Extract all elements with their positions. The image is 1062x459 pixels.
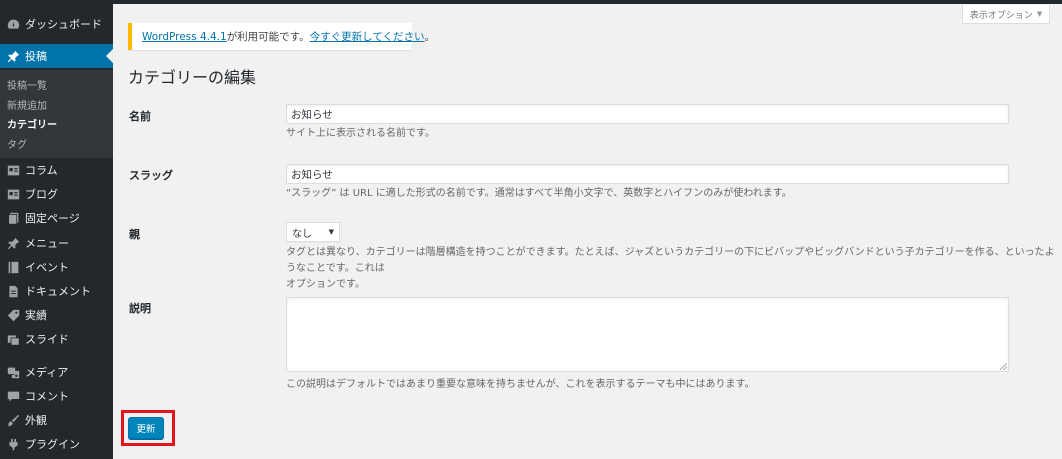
sidebar-item-blog[interactable]: ブログ <box>0 182 113 206</box>
sidebar-item-menu[interactable]: メニュー <box>0 231 113 255</box>
post-type-icon <box>6 163 20 177</box>
sidebar-item-label: スライド <box>25 333 69 346</box>
sidebar-item-pages[interactable]: 固定ページ <box>0 206 113 230</box>
parent-label: 親 <box>129 228 140 241</box>
sidebar-item-label: メディア <box>25 366 69 379</box>
page-title: カテゴリーの編集 <box>128 68 257 87</box>
update-button[interactable]: 更新 <box>128 417 164 439</box>
sidebar-item-label: ダッシュボード <box>25 18 102 31</box>
name-description: サイト上に表示される名前です。 <box>286 128 435 139</box>
resize-handle-icon[interactable] <box>1000 363 1007 370</box>
brush-icon <box>6 413 20 427</box>
sidebar-item-media[interactable]: メディア <box>0 360 113 384</box>
tag-icon <box>6 308 20 322</box>
chevron-down-icon: ▼ <box>1036 10 1043 18</box>
sidebar-item-label: 外観 <box>25 414 47 427</box>
chevron-down-icon: ▼ <box>328 228 334 236</box>
parent-description-line-1: タグとは異なり、カテゴリーは階層構造を持つことができます。たとえば、ジャズという… <box>286 247 1055 274</box>
sidebar-item-label: 固定ページ <box>25 212 80 225</box>
sidebar-item-slides[interactable]: スライド <box>0 327 113 351</box>
posts-submenu: 投稿一覧 新規追加 カテゴリー タグ <box>0 70 113 158</box>
sidebar-item-column[interactable]: コラム <box>0 158 113 182</box>
submenu-item-tags[interactable]: タグ <box>7 136 27 151</box>
sidebar-item-appearance[interactable]: 外観 <box>0 408 113 432</box>
page-icon <box>6 211 20 225</box>
description-textarea[interactable] <box>286 297 1009 372</box>
admin-bar <box>0 0 1062 4</box>
sidebar-item-plugins[interactable]: プラグイン <box>0 432 113 456</box>
submenu-item-add-new[interactable]: 新規追加 <box>7 97 47 112</box>
parent-select[interactable]: なし ▼ <box>286 222 340 242</box>
sidebar-item-label: コメント <box>25 390 69 403</box>
notice-text: が利用可能です。 <box>226 31 310 43</box>
sidebar-item-dashboard[interactable]: ダッシュボード <box>0 12 113 36</box>
parent-select-value: なし <box>292 228 312 240</box>
comment-icon <box>6 389 20 403</box>
sidebar-item-event[interactable]: イベント <box>0 255 113 279</box>
slug-label: スラッグ <box>129 169 173 182</box>
sidebar-item-label: ブログ <box>25 188 58 201</box>
post-type-icon <box>6 187 20 201</box>
screen-options-button[interactable]: 表示オプション ▼ <box>962 5 1050 24</box>
sidebar-item-results[interactable]: 実績 <box>0 303 113 327</box>
sidebar-item-posts[interactable]: 投稿 <box>0 44 113 68</box>
sidebar-item-label: ドキュメント <box>25 285 91 298</box>
plugin-icon <box>6 437 20 451</box>
dashboard-icon <box>6 17 20 31</box>
parent-description: タグとは異なり、カテゴリーは階層構造を持つことができます。たとえば、ジャズという… <box>286 245 1062 293</box>
sidebar-item-label: メニュー <box>25 237 69 250</box>
screen-options-label: 表示オプション <box>969 10 1033 21</box>
document-icon <box>6 284 20 298</box>
pin-icon <box>6 49 20 63</box>
slides-icon <box>6 332 20 346</box>
sidebar-item-document[interactable]: ドキュメント <box>0 279 113 303</box>
sidebar-item-label: コラム <box>25 164 58 177</box>
sidebar-item-label: 投稿 <box>25 50 47 63</box>
book-icon <box>6 260 20 274</box>
slug-description: “スラッグ” は URL に適した形式の名前です。通常はすべて半角小文字で、英数… <box>286 188 792 199</box>
update-notice: WordPress 4.4.1 が利用可能です。 今すぐ更新してください 。 <box>128 23 435 50</box>
sidebar-item-label: イベント <box>25 261 69 274</box>
wordpress-version-link[interactable]: WordPress 4.4.1 <box>142 31 227 43</box>
submenu-item-all-posts[interactable]: 投稿一覧 <box>7 77 47 92</box>
notice-tail: 。 <box>424 31 436 43</box>
admin-sidebar: ダッシュボード 投稿 投稿一覧 新規追加 カテゴリー タグ コラム ブログ 固定… <box>0 0 113 459</box>
name-label: 名前 <box>129 110 151 123</box>
slug-field[interactable]: お知らせ <box>286 164 1009 184</box>
media-icon <box>6 365 20 379</box>
submenu-item-categories[interactable]: カテゴリー <box>7 116 57 131</box>
update-now-link[interactable]: 今すぐ更新してください <box>310 29 425 44</box>
sidebar-item-comments[interactable]: コメント <box>0 384 113 408</box>
sidebar-item-label: プラグイン <box>25 438 80 451</box>
pin-icon <box>6 236 20 250</box>
parent-description-line-2: オプションです。 <box>286 279 365 290</box>
name-field[interactable]: お知らせ <box>286 104 1009 124</box>
sidebar-item-label: 実績 <box>25 309 47 322</box>
description-label: 説明 <box>129 302 151 315</box>
description-help: この説明はデフォルトではあまり重要な意味を持ちませんが、これを表示するテーマも中… <box>286 379 755 390</box>
